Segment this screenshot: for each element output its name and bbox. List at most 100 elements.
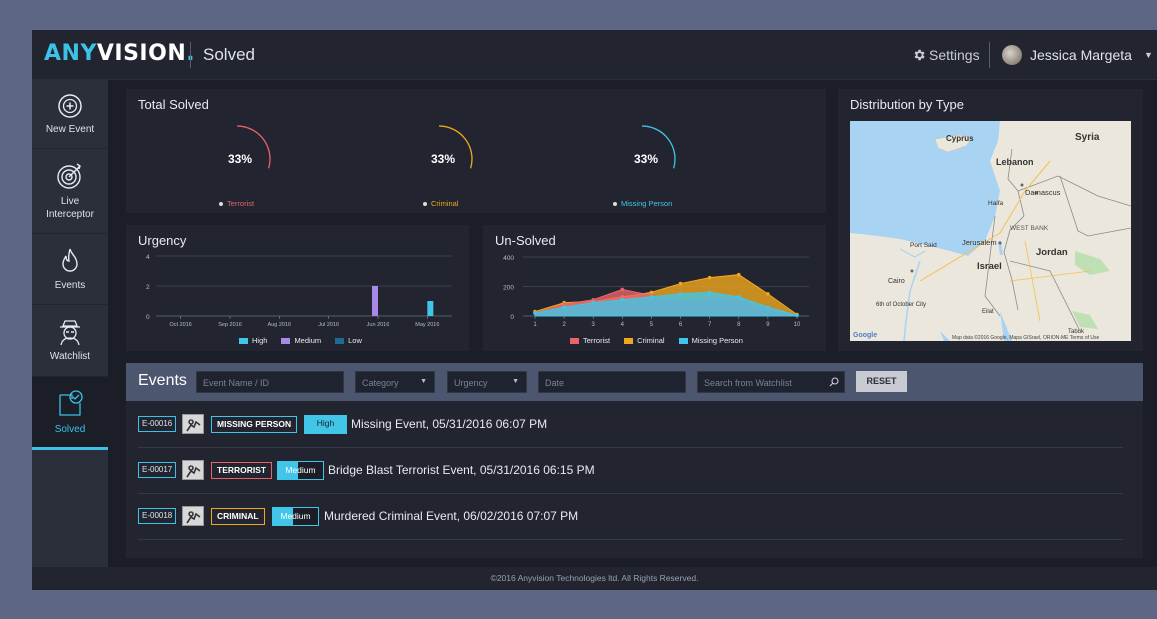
gear-icon	[914, 49, 925, 61]
map-label-jerusalem: Jerusalem	[962, 238, 997, 247]
user-name: Jessica Margeta	[1030, 47, 1132, 63]
urgency-panel: Urgency 0 2 4 Oct 2016 Sep 2016 Aug 2016 Jul 2…	[126, 225, 469, 351]
x-tick-label: 1	[533, 322, 537, 328]
list-item[interactable]: E-00018 CRIMINAL Medium Murdered Crimina…	[126, 493, 1143, 539]
select-value: Category	[362, 378, 399, 388]
sidebar-item-new-event[interactable]: New Event	[32, 80, 108, 149]
x-tick-label: 5	[650, 322, 654, 328]
header-divider-2	[989, 42, 990, 68]
gauge-value-missing-person: 33%	[634, 152, 659, 166]
x-tick-label: 2	[562, 322, 566, 328]
point-missing-person	[533, 311, 537, 315]
distribution-panel: Distribution by Type Syria Cyprus Lebano…	[838, 89, 1143, 351]
list-item[interactable]: E-00016 MISSING PERSON High Missing Even…	[126, 401, 1143, 447]
legend-item-criminal: Criminal	[624, 336, 665, 345]
urgency-badge: High	[304, 414, 347, 434]
page-title: Solved	[203, 45, 255, 64]
watchlist-search-input[interactable]: Search from Watchlist	[697, 371, 845, 393]
y-tick-label: 4	[146, 254, 150, 261]
gauge-legend-terrorist: Terrorist	[219, 199, 254, 208]
unsolved-chart: 0 200 400 1 2 3 4 5 6 7 8 9 10	[503, 255, 809, 328]
event-description: Murdered Criminal Event, 06/02/2016 07:0…	[324, 509, 579, 523]
spy-icon	[60, 320, 80, 346]
point-criminal	[736, 272, 741, 277]
input-placeholder: Date	[545, 378, 565, 388]
event-thumbnail	[182, 460, 204, 480]
sidebar-item-label: New Event	[45, 123, 95, 135]
y-tick-label: 2	[146, 284, 150, 291]
legend-label: Low	[348, 336, 362, 345]
x-tick-label: Aug 2016	[268, 322, 292, 328]
map-label-israel: Israel	[977, 261, 1002, 272]
map-label-port-said: Port Said	[910, 242, 937, 249]
reset-button[interactable]: RESET	[856, 371, 907, 392]
point-missing-person	[707, 290, 712, 295]
gauge-legend-criminal: Criminal	[423, 199, 459, 208]
event-thumbnail	[182, 506, 204, 526]
urgency-badge: Medium	[272, 506, 319, 526]
map-label-lebanon: Lebanon	[996, 157, 1034, 167]
distribution-map[interactable]: Syria Cyprus Lebanon Damascus Haifa WEST…	[850, 121, 1131, 341]
sidebar: New Event Live Interceptor Events Watchl…	[32, 80, 108, 567]
point-missing-person	[766, 305, 770, 309]
map-label-6th-october: 6th of October City	[876, 302, 926, 308]
date-input[interactable]: Date	[538, 371, 686, 393]
gauge-value-criminal: 33%	[431, 152, 456, 166]
category-badge: MISSING PERSON	[211, 415, 298, 433]
sidebar-item-watchlist[interactable]: Watchlist	[32, 305, 108, 377]
list-item[interactable]: E-00017 TERRORIST Medium Bridge Blast Te…	[126, 447, 1143, 493]
map-label-syria: Syria	[1075, 132, 1100, 143]
solved-check-icon	[59, 389, 83, 416]
y-tick-label: 0	[146, 314, 150, 321]
x-tick-label: Jul 2016	[318, 322, 339, 328]
header-divider	[190, 42, 191, 68]
map-attribution[interactable]: Map data ©2016 Google, Mapa GISrael, ORI…	[952, 334, 1099, 341]
point-missing-person	[795, 313, 799, 318]
y-tick-label: 400	[503, 255, 514, 262]
anyvision-logo[interactable]: ANYVISION.	[44, 41, 195, 66]
legend-label: Terrorist	[583, 336, 611, 345]
x-tick-label: 9	[766, 322, 770, 328]
legend-item-low: Low	[335, 336, 362, 345]
footer: ©2016 Anyvision Technologies ltd. All Ri…	[32, 567, 1157, 590]
settings-button[interactable]: Settings	[912, 47, 980, 63]
legend-label: Medium	[294, 336, 322, 345]
map-label-haifa: Haifa	[988, 200, 1004, 207]
legend-item-terrorist: Terrorist	[570, 336, 610, 345]
sidebar-item-label: Solved	[54, 423, 86, 435]
chevron-down-icon: ▼	[420, 378, 427, 385]
x-tick-label: May 2016	[415, 322, 439, 328]
gauge-value-terrorist: 33%	[228, 152, 253, 166]
urgency-select[interactable]: Urgency ▼	[447, 371, 527, 393]
bar-high	[427, 301, 434, 316]
events-filter-bar: Events Event Name / ID Category ▼ Urgency…	[126, 363, 1143, 401]
user-menu[interactable]: Jessica Margeta ▼	[1002, 45, 1153, 65]
x-tick-label: 10	[794, 322, 801, 328]
plus-circle-icon	[58, 93, 82, 118]
app-window: ANYVISION. Solved Settings Jessica Marge…	[32, 30, 1157, 590]
event-description: Missing Event, 05/31/2016 06:07 PM	[351, 417, 548, 431]
sidebar-item-label: Watchlist	[49, 351, 91, 362]
sidebar-item-live-interceptor[interactable]: Live Interceptor	[32, 149, 108, 234]
settings-label: Settings	[929, 47, 980, 63]
search-icon[interactable]	[829, 377, 839, 387]
event-id: E-00018	[138, 508, 177, 524]
legend-label: High	[252, 336, 268, 345]
logo-text-rest: VISION	[96, 41, 187, 66]
urgency-legend: High Medium Low	[239, 336, 362, 345]
sidebar-item-solved[interactable]: Solved	[32, 377, 108, 450]
events-title: Events	[138, 372, 187, 389]
legend-item-medium: Medium	[281, 336, 321, 345]
category-select[interactable]: Category ▼	[355, 371, 435, 393]
point-criminal	[678, 281, 683, 286]
gauge-legend-missing-person: Missing Person	[613, 199, 672, 208]
point-terrorist	[620, 287, 625, 292]
sidebar-item-events[interactable]: Events	[32, 234, 108, 305]
row-divider	[138, 539, 1123, 540]
point-criminal	[766, 292, 770, 296]
input-placeholder: Event Name / ID	[203, 378, 270, 388]
map-label-damascus: Damascus	[1025, 188, 1061, 197]
avatar	[1002, 45, 1022, 65]
event-name-input[interactable]: Event Name / ID	[196, 371, 344, 393]
chevron-down-icon: ▼	[1143, 50, 1153, 60]
